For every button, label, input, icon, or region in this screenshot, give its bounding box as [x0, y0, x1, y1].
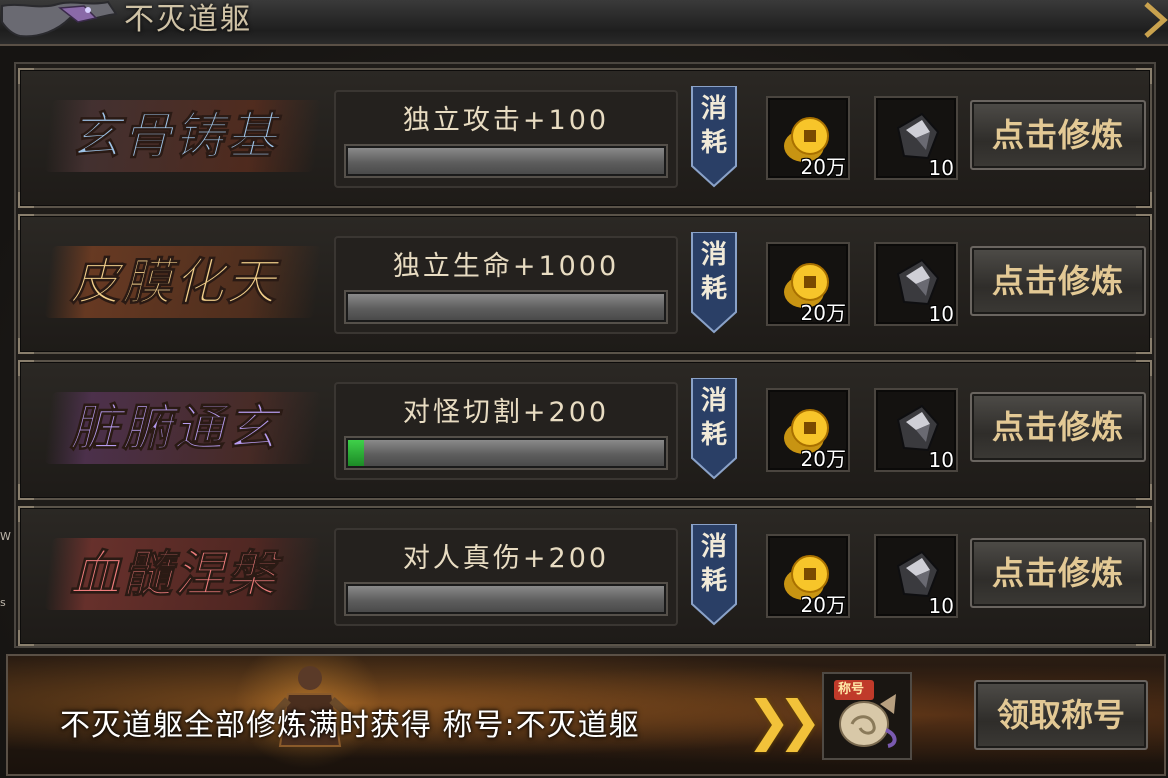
claim-title-button[interactable]: 领取称号 [974, 680, 1148, 750]
side-mark: W [0, 530, 11, 543]
reward-banner: 不灭道躯全部修炼满时获得 称号:不灭道躯 ❯❯ 称号 领取称号 [6, 654, 1166, 776]
dialog-window: 不灭道躯 W D s 玄骨铸基 独立攻击+100 消 耗 [0, 0, 1168, 778]
title-item-label: 称号 [838, 682, 865, 697]
progress-fill [348, 440, 364, 466]
progress-bar [346, 584, 666, 614]
progress-bar [346, 438, 666, 468]
stage-name: 皮膜化天 [70, 252, 278, 312]
cultivation-row: 皮膜化天 独立生命+1000 消 耗 20万 10 点击修炼 [18, 214, 1152, 354]
side-mark: s [0, 596, 6, 609]
stage-name: 玄骨铸基 [70, 106, 278, 166]
cost-label-top: 消 [700, 94, 727, 124]
stat-box: 独立生命+1000 [334, 236, 678, 334]
stone-cost-slot[interactable]: 10 [874, 96, 958, 180]
cultivation-row: 血髓涅槃 对人真伤+200 消 耗 20万 10 点击修炼 [18, 506, 1152, 646]
gold-amount: 20万 [800, 447, 846, 471]
cost-label-bottom: 耗 [700, 274, 727, 304]
cost-label-top: 消 [700, 240, 727, 270]
claim-title-button-label: 领取称号 [996, 696, 1125, 734]
stat-bonus: 对人真伤+200 [402, 543, 610, 574]
cultivation-row: 玄骨铸基 独立攻击+100 消 耗 20万 10 点击修炼 [18, 68, 1152, 208]
train-button[interactable]: 点击修炼 [970, 538, 1146, 608]
train-button-label: 点击修炼 [991, 116, 1124, 154]
close-icon[interactable] [1142, 0, 1168, 40]
stage-name: 血髓涅槃 [70, 544, 278, 604]
scroll-icon [834, 680, 897, 748]
cost-label-bottom: 耗 [700, 420, 727, 450]
cost-label-top: 消 [700, 386, 727, 416]
reward-text: 不灭道躯全部修炼满时获得 称号:不灭道躯 [60, 708, 640, 743]
cost-label-bottom: 耗 [700, 566, 727, 596]
gold-cost-slot[interactable]: 20万 [766, 242, 850, 326]
gold-amount: 20万 [800, 155, 846, 179]
progress-bar [346, 292, 666, 322]
stone-cost-slot[interactable]: 10 [874, 242, 958, 326]
cost-label: 消 耗 [690, 530, 738, 598]
train-button-label: 点击修炼 [991, 408, 1124, 446]
stat-box: 对怪切割+200 [334, 382, 678, 480]
stone-amount: 10 [928, 594, 954, 618]
train-button[interactable]: 点击修炼 [970, 246, 1146, 316]
stone-amount: 10 [928, 448, 954, 472]
stat-bonus: 独立攻击+100 [402, 105, 610, 136]
gold-cost-slot[interactable]: 20万 [766, 388, 850, 472]
cultivation-row: 脏腑通玄 对怪切割+200 消 耗 20万 10 点击修炼 [18, 360, 1152, 500]
gold-cost-slot[interactable]: 20万 [766, 96, 850, 180]
progress-bar [346, 146, 666, 176]
double-chevron-icon: ❯❯ [746, 689, 822, 752]
stage-name: 脏腑通玄 [70, 398, 278, 458]
cost-label: 消 耗 [690, 384, 738, 452]
dragon-emblem-icon [0, 0, 118, 38]
stat-bonus: 对怪切割+200 [402, 397, 610, 428]
gold-amount: 20万 [800, 593, 846, 617]
gold-cost-slot[interactable]: 20万 [766, 534, 850, 618]
stone-amount: 10 [928, 156, 954, 180]
train-button[interactable]: 点击修炼 [970, 392, 1146, 462]
stat-bonus: 独立生命+1000 [392, 251, 620, 282]
stone-cost-slot[interactable]: 10 [874, 534, 958, 618]
cost-label-bottom: 耗 [700, 128, 727, 158]
train-button-label: 点击修炼 [991, 554, 1124, 592]
title-bar: 不灭道躯 [0, 0, 1168, 46]
title-reward-slot[interactable]: 称号 [822, 672, 912, 760]
window-title: 不灭道躯 [124, 2, 252, 37]
stat-box: 对人真伤+200 [334, 528, 678, 626]
stat-box: 独立攻击+100 [334, 90, 678, 188]
stone-cost-slot[interactable]: 10 [874, 388, 958, 472]
gold-amount: 20万 [800, 301, 846, 325]
stone-amount: 10 [928, 302, 954, 326]
train-button-label: 点击修炼 [991, 262, 1124, 300]
cost-label: 消 耗 [690, 92, 738, 160]
train-button[interactable]: 点击修炼 [970, 100, 1146, 170]
cost-label: 消 耗 [690, 238, 738, 306]
cost-label-top: 消 [700, 532, 727, 562]
